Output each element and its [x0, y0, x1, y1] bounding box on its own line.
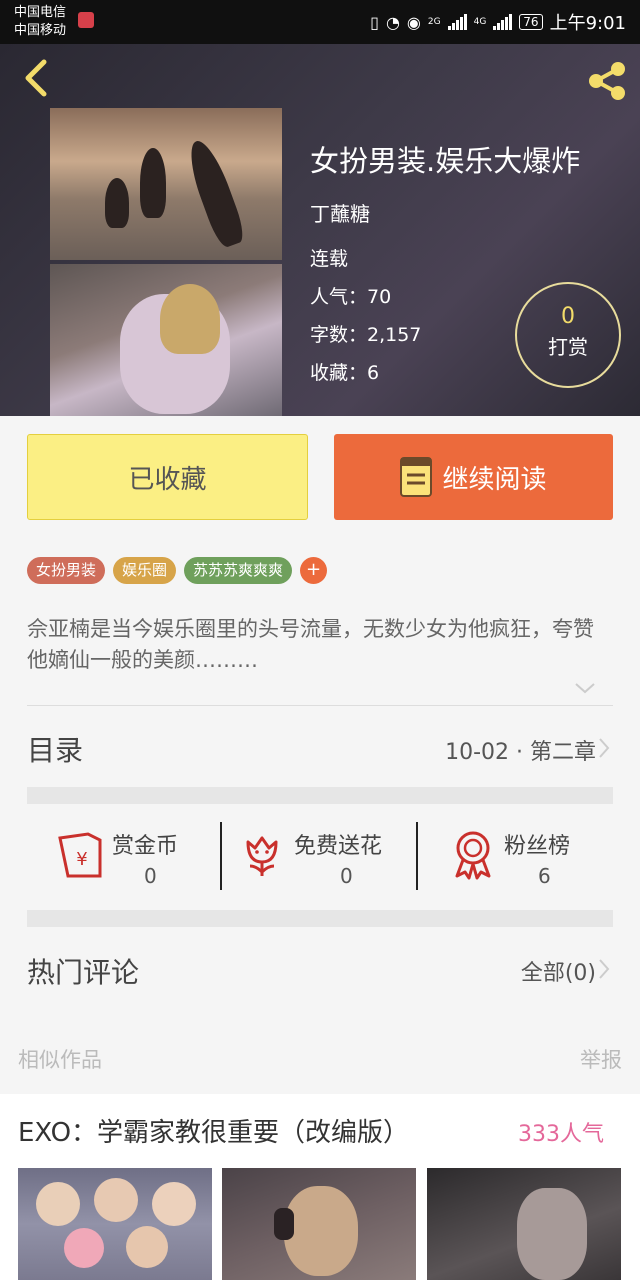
- book-popularity: 人气：70: [310, 286, 392, 308]
- fan-rank-stat[interactable]: 粉丝榜 6: [452, 820, 602, 890]
- similar-works-label: 相似作品: [18, 1048, 102, 1072]
- all-comments-link[interactable]: 全部(0): [521, 955, 596, 987]
- stat-divider: [416, 822, 418, 890]
- similar-work-thumbnail[interactable]: [18, 1168, 212, 1280]
- report-link[interactable]: 举报: [580, 1044, 622, 1074]
- fan-rank-label: 粉丝榜: [504, 834, 571, 859]
- book-cover-image[interactable]: [50, 108, 282, 416]
- free-flower-value: 0: [340, 864, 353, 888]
- continue-reading-button[interactable]: 继续阅读: [334, 434, 613, 520]
- chevron-right-icon: [599, 959, 610, 979]
- network-4g: 4G: [473, 17, 487, 27]
- signal-icon-2: [493, 14, 513, 30]
- book-status: 连载: [310, 248, 349, 270]
- free-flower-label: 免费送花: [294, 834, 383, 859]
- book-icon: [400, 457, 433, 497]
- status-bar: 中国电信 中国移动 ▯ ◔ ◉ 2G 4G 76 上午9:01: [0, 0, 640, 44]
- carrier-info: 中国电信 中国移动: [14, 4, 66, 40]
- similar-work-thumbnail[interactable]: [222, 1168, 416, 1280]
- tip-button[interactable]: 0 打赏: [515, 282, 621, 388]
- continue-reading-label: 继续阅读: [442, 464, 547, 495]
- hot-comments-label: 热门评论: [27, 956, 140, 989]
- status-icons: ▯ ◔ ◉ 2G 4G 76 上午9:01: [370, 0, 626, 44]
- tip-count: 0: [561, 304, 575, 329]
- network-2g: 2G: [427, 17, 441, 27]
- tip-label: 打赏: [548, 335, 588, 359]
- book-favorites: 收藏：6: [310, 362, 380, 384]
- back-arrow-icon[interactable]: [18, 58, 58, 98]
- app-notification-icon: [78, 12, 94, 28]
- tag-item[interactable]: 娱乐圈: [113, 557, 177, 584]
- tag-item[interactable]: 苏苏苏爽爽爽: [184, 557, 293, 584]
- flower-icon: [246, 836, 278, 876]
- signal-icon-1: [447, 14, 467, 30]
- similar-work-thumbnail[interactable]: [427, 1168, 621, 1280]
- battery-level: 76: [519, 14, 543, 30]
- svg-text:¥: ¥: [76, 849, 87, 870]
- clock: 上午9:01: [549, 13, 626, 34]
- share-icon[interactable]: [584, 58, 630, 104]
- book-author[interactable]: 丁蘸糖: [310, 198, 370, 227]
- coin-reward-value: 0: [144, 864, 157, 888]
- carrier-1: 中国电信: [14, 5, 67, 20]
- alarm-icon: ◔: [385, 12, 400, 32]
- tag-list: 女扮男装 娱乐圈 苏苏苏爽爽爽 +: [27, 557, 328, 584]
- chevron-right-icon: [599, 738, 610, 758]
- divider: [27, 705, 613, 706]
- stat-divider: [220, 822, 222, 890]
- book-word-count: 字数：2,157: [310, 324, 422, 346]
- similar-work-title: EXO：学霸家教很重要（改编版）: [18, 1118, 410, 1148]
- tag-item[interactable]: 女扮男装: [27, 557, 106, 584]
- book-header: 女扮男装.娱乐大爆炸 丁蘸糖 连载 人气：70 字数：2,157 收藏：6 0 …: [0, 44, 640, 416]
- eye-icon: ◉: [406, 12, 421, 32]
- toc-latest-chapter: 10-02 · 第二章: [445, 740, 596, 765]
- fan-rank-value: 6: [538, 864, 551, 888]
- chevron-down-icon[interactable]: [572, 675, 598, 701]
- cover-photo-top: [50, 108, 282, 260]
- favorited-button[interactable]: 已收藏: [27, 434, 308, 520]
- vibrate-icon: ▯: [370, 12, 379, 32]
- coin-reward-stat[interactable]: ¥ 赏金币 0: [54, 820, 214, 890]
- free-flower-stat[interactable]: 免费送花 0: [242, 820, 412, 890]
- section-band: [27, 787, 613, 804]
- section-band: [27, 910, 613, 927]
- carrier-2: 中国移动: [14, 23, 67, 38]
- coin-reward-label: 赏金币: [112, 834, 179, 859]
- cover-photo-bottom: [50, 264, 282, 416]
- similar-work-popularity: 333人气: [518, 1122, 604, 1147]
- book-title: 女扮男装.娱乐大爆炸: [310, 144, 581, 178]
- book-description: 佘亚楠是当今娱乐圈里的头号流量，无数少女为他疯狂，夸赞他嫡仙一般的美颜………: [27, 617, 594, 672]
- red-envelope-icon: ¥: [58, 832, 102, 878]
- add-tag-button[interactable]: +: [300, 557, 328, 584]
- medal-icon: [455, 831, 491, 880]
- similar-work-card[interactable]: EXO：学霸家教很重要（改编版） 333人气: [0, 1094, 640, 1280]
- toc-label: 目录: [27, 734, 84, 767]
